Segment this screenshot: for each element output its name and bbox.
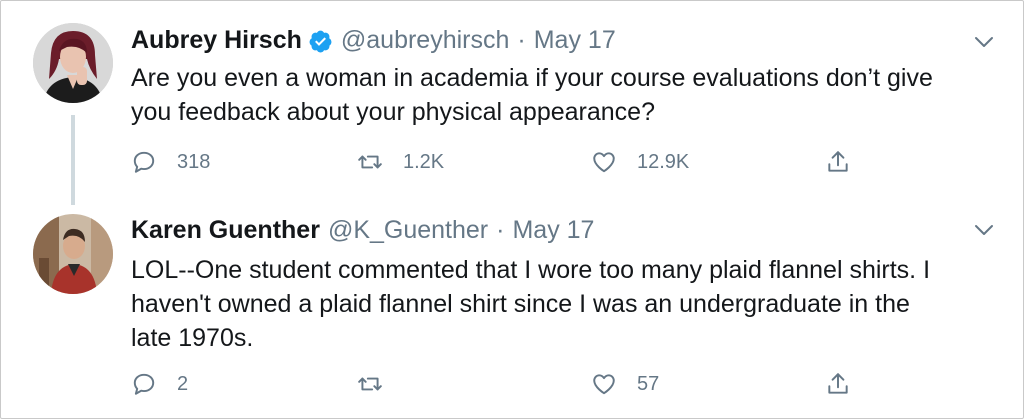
- author-handle[interactable]: @K_Guenther: [328, 215, 488, 245]
- avatar[interactable]: [33, 214, 113, 294]
- separator-dot: ·: [496, 216, 505, 244]
- retweet-icon: [358, 155, 382, 169]
- tweet-text-line: LOL--One student commented that I wore t…: [131, 256, 931, 284]
- tweet-header: Karen Guenther @K_Guenther · May 17: [131, 215, 594, 245]
- author-handle[interactable]: @aubreyhirsch: [341, 25, 510, 55]
- separator-dot: ·: [517, 26, 526, 54]
- like-button[interactable]: 57: [591, 367, 659, 401]
- retweet-button[interactable]: 1.2K: [357, 145, 444, 179]
- reply-button[interactable]: 2: [131, 367, 188, 401]
- like-count: 12.9K: [637, 150, 690, 173]
- retweet-icon: [358, 377, 382, 391]
- reply-icon: [133, 373, 155, 395]
- tweet-text-line: haven't owned a plaid flannel shirt sinc…: [131, 290, 910, 318]
- tweet-text-line: Are you even a woman in academia if your…: [131, 64, 933, 92]
- tweet-text-line: you feedback about your physical appeara…: [131, 98, 655, 126]
- tweet-date[interactable]: May 17: [512, 215, 594, 245]
- reply-icon: [133, 151, 155, 173]
- tweet-thread-card: Aubrey Hirsch @aubreyhirsch · May 17 Are…: [0, 0, 1024, 419]
- tweet-text: Are you even a woman in academia if your…: [131, 61, 991, 129]
- reply-count: 318: [177, 150, 211, 173]
- like-icon: [593, 152, 615, 173]
- verified-badge-icon: [308, 29, 333, 54]
- reply-count: 2: [177, 372, 189, 395]
- tweet-text: LOL--One student commented that I wore t…: [131, 253, 991, 355]
- chevron-down-icon[interactable]: [973, 219, 995, 241]
- retweet-count: 1.2K: [403, 150, 445, 173]
- chevron-down-icon[interactable]: [973, 31, 995, 53]
- share-icon: [828, 373, 848, 394]
- share-icon: [828, 151, 848, 172]
- like-icon: [593, 374, 615, 395]
- like-button[interactable]: 12.9K: [591, 145, 689, 179]
- reply-button[interactable]: 318: [131, 145, 210, 179]
- tweet-text-line: late 1970s.: [131, 324, 254, 352]
- tweet[interactable]: Karen Guenther @K_Guenther · May 17 LOL-…: [1, 201, 1024, 419]
- author-name[interactable]: Karen Guenther: [131, 215, 320, 245]
- like-count: 57: [637, 372, 660, 395]
- avatar[interactable]: [33, 23, 113, 103]
- share-button[interactable]: [825, 367, 851, 401]
- tweet[interactable]: Aubrey Hirsch @aubreyhirsch · May 17 Are…: [1, 1, 1024, 201]
- author-name[interactable]: Aubrey Hirsch: [131, 25, 302, 55]
- tweet-date[interactable]: May 17: [534, 25, 616, 55]
- tweet-header: Aubrey Hirsch @aubreyhirsch · May 17: [131, 25, 616, 55]
- retweet-button[interactable]: [357, 367, 403, 401]
- share-button[interactable]: [825, 145, 851, 179]
